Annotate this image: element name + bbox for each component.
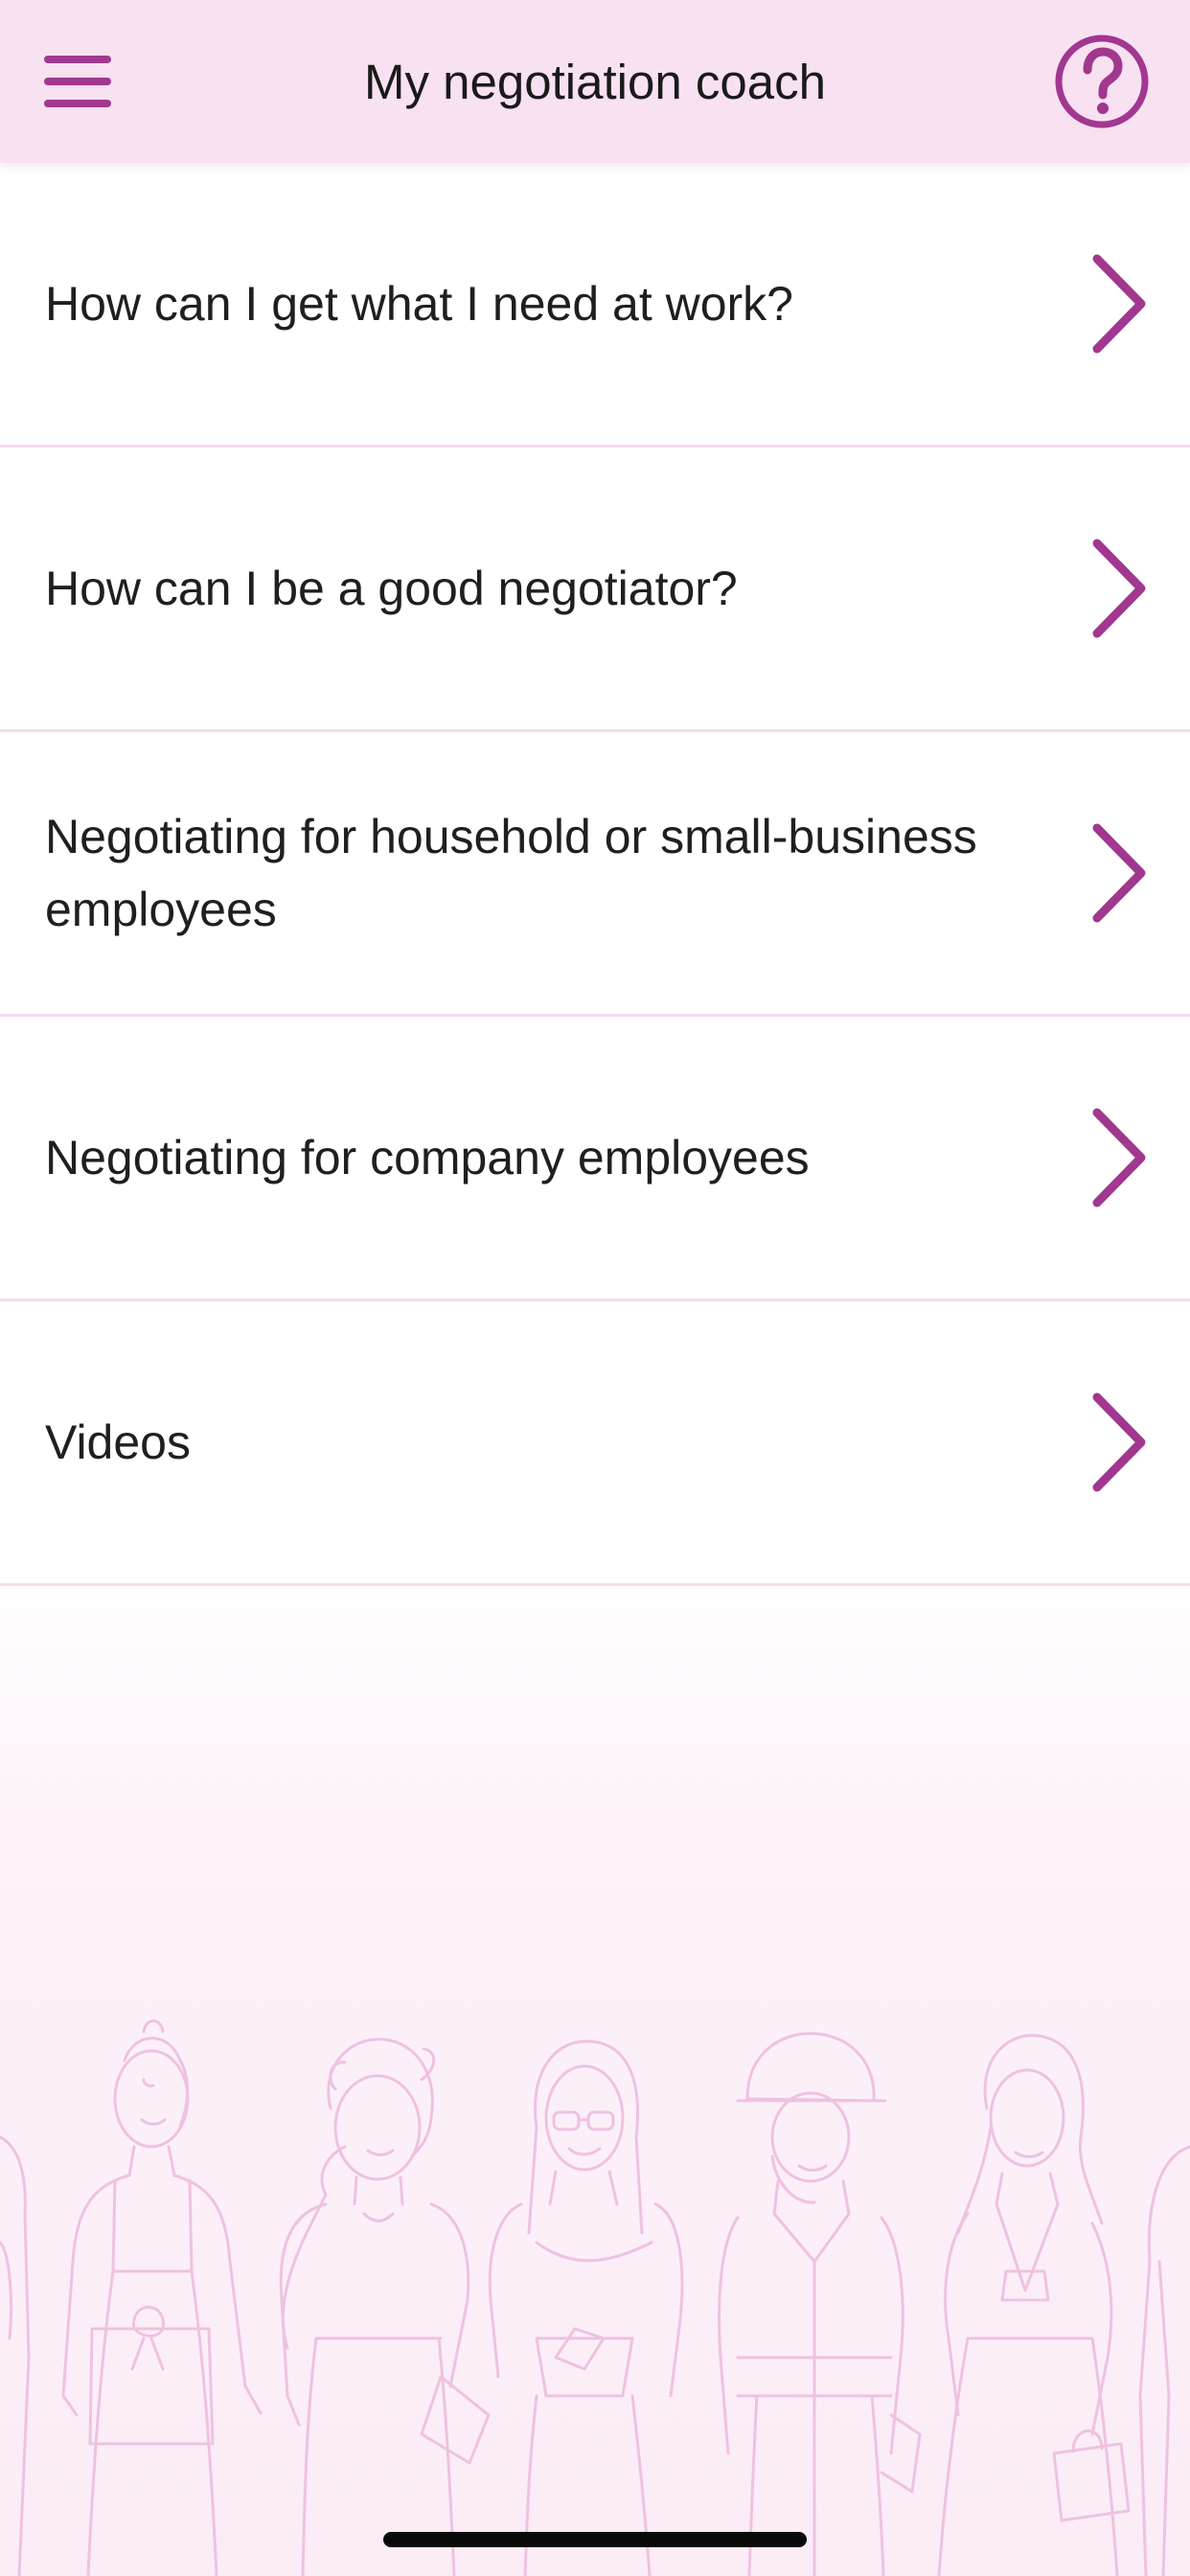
women-workers-illustration xyxy=(0,2012,1190,2576)
menu-button[interactable] xyxy=(38,43,119,120)
list-item-label: Negotiating for household or small-busin… xyxy=(45,810,977,936)
chevron-right-icon xyxy=(1087,251,1151,356)
list-item-good-negotiator[interactable]: How can I be a good negotiator? xyxy=(0,448,1190,732)
hamburger-menu-icon xyxy=(44,56,111,107)
list-item-label: How can I get what I need at work? xyxy=(45,277,793,331)
topic-list: How can I get what I need at work? How c… xyxy=(0,163,1190,1586)
chevron-right-icon xyxy=(1087,1390,1151,1495)
chevron-right-icon xyxy=(1087,820,1151,926)
help-button[interactable] xyxy=(1052,32,1152,131)
list-item-company-employees[interactable]: Negotiating for company employees xyxy=(0,1017,1190,1301)
chevron-right-icon xyxy=(1087,536,1151,641)
figure-hardhat xyxy=(718,2032,922,2576)
top-app-bar: My negotiation coach xyxy=(0,0,1190,163)
app-screen: My negotiation coach How can I get what … xyxy=(0,0,1190,2576)
figure-apron xyxy=(61,2019,263,2576)
chevron-right-icon xyxy=(1087,1105,1151,1210)
page-title: My negotiation coach xyxy=(364,55,826,109)
list-item-label: Videos xyxy=(45,1415,191,1469)
figure-handbag xyxy=(937,2034,1131,2576)
list-item-videos[interactable]: Videos xyxy=(0,1301,1190,1586)
figure-glasses xyxy=(488,2039,684,2576)
list-item-label: How can I be a good negotiator? xyxy=(45,562,738,615)
figure-edge-left xyxy=(0,2135,31,2576)
list-item-get-what-i-need[interactable]: How can I get what I need at work? xyxy=(0,163,1190,448)
figure-phone xyxy=(279,2037,491,2576)
figure-edge-right xyxy=(1138,2145,1190,2576)
question-circle-icon xyxy=(1055,34,1149,128)
home-indicator[interactable] xyxy=(383,2532,807,2547)
list-item-household-small-business[interactable]: Negotiating for household or small-busin… xyxy=(0,732,1190,1017)
list-item-label: Negotiating for company employees xyxy=(45,1131,810,1184)
